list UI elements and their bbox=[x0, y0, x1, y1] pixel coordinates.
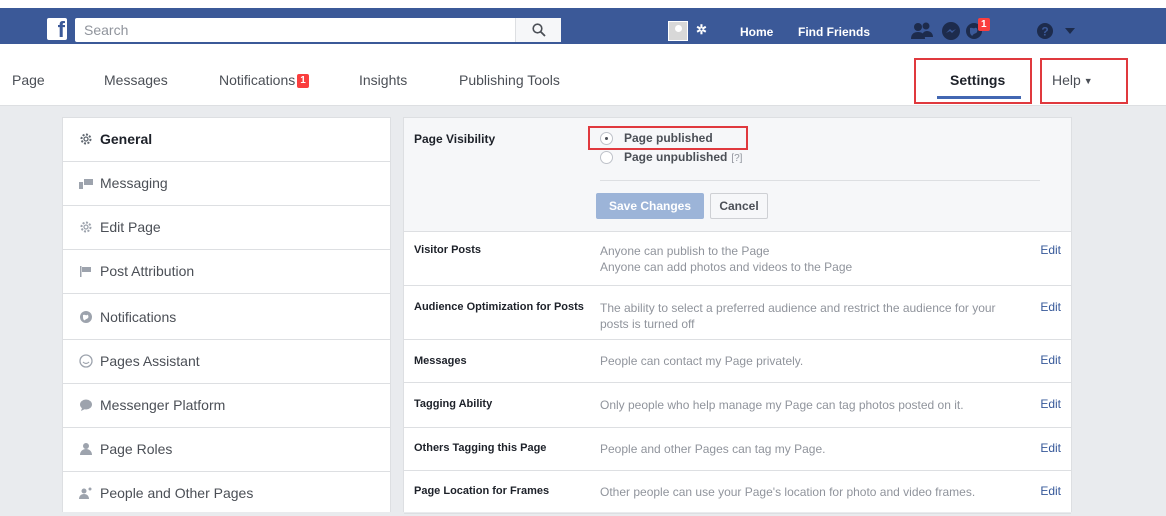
sidebar-item-pages-assistant[interactable]: Pages Assistant bbox=[63, 340, 390, 384]
sidebar-item-post-attribution[interactable]: Post Attribution bbox=[63, 250, 390, 294]
help-question-icon[interactable]: ? bbox=[1034, 20, 1058, 42]
person-icon bbox=[79, 442, 93, 456]
setting-name: Messages bbox=[414, 355, 467, 367]
sidebar-item-people-and-other-pages[interactable]: People and Other Pages bbox=[63, 472, 390, 516]
radio-button[interactable] bbox=[600, 151, 613, 164]
sidebar-item-label: Messaging bbox=[100, 175, 168, 191]
search-input[interactable] bbox=[75, 18, 515, 42]
sidebar-item-label: Pages Assistant bbox=[100, 353, 200, 369]
setting-description-line: People and other Pages can tag my Page. bbox=[600, 442, 826, 456]
tab-page[interactable]: Page bbox=[12, 72, 45, 88]
edit-link[interactable]: Edit bbox=[1040, 243, 1061, 257]
setting-row-messages: Messages People can contact my Page priv… bbox=[404, 340, 1071, 383]
sidebar-item-label: General bbox=[100, 131, 153, 147]
blue-header: f ✲ Home Find Friends 1 ? bbox=[0, 8, 1166, 44]
setting-row-others-tagging: Others Tagging this Page People and othe… bbox=[404, 428, 1071, 471]
setting-name: Others Tagging this Page bbox=[414, 442, 547, 454]
help-highlight-box bbox=[1040, 58, 1128, 104]
search-button[interactable] bbox=[515, 18, 561, 42]
find-friends-link[interactable]: Find Friends bbox=[798, 25, 870, 39]
tab-notifications-label: Notifications bbox=[219, 72, 296, 88]
setting-description: The ability to select a preferred audien… bbox=[600, 300, 1020, 332]
edit-link[interactable]: Edit bbox=[1040, 484, 1061, 498]
sidebar-item-page-roles[interactable]: Page Roles bbox=[63, 428, 390, 472]
top-bar: f ✲ Home Find Friends 1 ? bbox=[0, 0, 1166, 56]
radio-label: Page unpublished bbox=[624, 150, 728, 164]
setting-description: Other people can use your Page's locatio… bbox=[600, 484, 1020, 500]
setting-description-line: Anyone can publish to the Page bbox=[600, 244, 770, 258]
speech-bubble-icon bbox=[79, 398, 93, 412]
setting-description-line: People can contact my Page privately. bbox=[600, 354, 804, 368]
search-box bbox=[75, 18, 561, 42]
setting-name: Audience Optimization for Posts bbox=[414, 301, 584, 313]
sidebar-item-messaging[interactable]: Messaging bbox=[63, 162, 390, 206]
messenger-icon[interactable] bbox=[940, 20, 964, 42]
sidebar-item-label: Page Roles bbox=[100, 441, 173, 457]
setting-description: People and other Pages can tag my Page. bbox=[600, 441, 1020, 457]
people-icon bbox=[79, 486, 93, 500]
setting-row-audience-optimization: Audience Optimization for Posts The abil… bbox=[404, 286, 1071, 340]
gear-icon bbox=[79, 132, 93, 146]
settings-content: Page Visibility Page published Page unpu… bbox=[403, 117, 1072, 514]
settings-highlight-box bbox=[914, 58, 1032, 104]
tab-publishing-tools[interactable]: Publishing Tools bbox=[459, 72, 560, 88]
setting-name: Page Location for Frames bbox=[414, 485, 550, 497]
cancel-button[interactable]: Cancel bbox=[710, 193, 768, 219]
sidebar-item-label: Messenger Platform bbox=[100, 397, 226, 413]
svg-text:?: ? bbox=[1041, 25, 1048, 39]
edit-link[interactable]: Edit bbox=[1040, 300, 1061, 314]
home-link[interactable]: Home bbox=[740, 25, 773, 39]
edit-link[interactable]: Edit bbox=[1040, 441, 1061, 455]
notifications-tab-badge: 1 bbox=[297, 74, 309, 88]
setting-description: Anyone can publish to the Page Anyone ca… bbox=[600, 243, 1020, 275]
messaging-icon bbox=[79, 176, 93, 190]
setting-description-line: Other people can use your Page's locatio… bbox=[600, 485, 976, 499]
page-name-icon[interactable]: ✲ bbox=[696, 22, 707, 38]
sidebar-item-label: Edit Page bbox=[100, 219, 161, 235]
settings-sidebar: General Messaging Edit Page Post Attribu… bbox=[62, 117, 391, 512]
sidebar-item-notifications[interactable]: Notifications bbox=[63, 294, 390, 340]
edit-link[interactable]: Edit bbox=[1040, 353, 1061, 367]
page-visibility-label: Page Visibility bbox=[414, 132, 496, 146]
setting-description: People can contact my Page privately. bbox=[600, 353, 1020, 369]
setting-name: Tagging Ability bbox=[414, 398, 493, 410]
sidebar-item-messenger-platform[interactable]: Messenger Platform bbox=[63, 384, 390, 428]
setting-row-tagging-ability: Tagging Ability Only people who help man… bbox=[404, 383, 1071, 428]
account-menu-chevron-down-icon[interactable] bbox=[1064, 23, 1088, 45]
sidebar-item-label: People and Other Pages bbox=[100, 485, 254, 501]
tab-notifications[interactable]: Notifications 1 bbox=[219, 72, 309, 88]
page-visibility-section: Page Visibility Page published Page unpu… bbox=[404, 118, 1071, 232]
published-highlight-box bbox=[588, 126, 748, 150]
avatar[interactable] bbox=[668, 21, 688, 41]
gear-icon bbox=[79, 220, 93, 234]
setting-description: Only people who help manage my Page can … bbox=[600, 397, 1020, 413]
friend-requests-icon[interactable] bbox=[910, 20, 934, 42]
sidebar-item-label: Notifications bbox=[100, 309, 177, 325]
tab-messages[interactable]: Messages bbox=[104, 72, 168, 88]
search-icon bbox=[532, 23, 546, 37]
notifications-count-badge: 1 bbox=[978, 18, 990, 31]
globe-icon bbox=[79, 310, 93, 324]
facebook-logo-icon[interactable]: f bbox=[47, 17, 67, 42]
setting-description-line: The ability to select a preferred audien… bbox=[600, 301, 996, 331]
edit-link[interactable]: Edit bbox=[1040, 397, 1061, 411]
tab-insights[interactable]: Insights bbox=[359, 72, 407, 88]
setting-row-page-location-frames: Page Location for Frames Other people ca… bbox=[404, 471, 1071, 514]
setting-row-visitor-posts: Visitor Posts Anyone can publish to the … bbox=[404, 232, 1071, 286]
sidebar-item-label: Post Attribution bbox=[100, 263, 195, 279]
flag-icon bbox=[79, 264, 93, 278]
help-link[interactable]: [?] bbox=[731, 153, 742, 164]
sidebar-item-general[interactable]: General bbox=[63, 118, 390, 162]
setting-description-line: Anyone can add photos and videos to the … bbox=[600, 260, 853, 274]
setting-name: Visitor Posts bbox=[414, 244, 482, 256]
divider bbox=[600, 180, 1040, 181]
notifications-globe-icon[interactable]: 1 bbox=[964, 18, 990, 42]
save-changes-button[interactable]: Save Changes bbox=[596, 193, 704, 219]
setting-description-line: Only people who help manage my Page can … bbox=[600, 398, 964, 412]
sidebar-item-edit-page[interactable]: Edit Page bbox=[63, 206, 390, 250]
smiley-icon bbox=[79, 354, 93, 368]
